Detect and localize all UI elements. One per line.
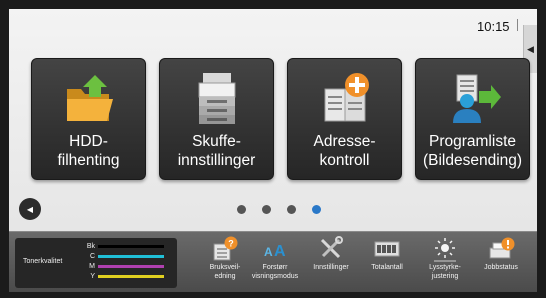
tile-tray-settings[interactable]: Skuffe- innstillinger — [159, 58, 274, 180]
tools-icon — [305, 236, 357, 262]
tile-label-line1: Programliste — [429, 133, 516, 150]
brightness-icon — [419, 236, 471, 262]
triangle-left-icon: ◀ — [26, 204, 34, 214]
status-divider — [517, 19, 518, 31]
folder-arrow-icon — [32, 69, 145, 129]
button-label: Jobbstatus — [469, 263, 533, 272]
settings-button[interactable]: Innstillinger — [305, 234, 357, 292]
system-bar: Tonerkvalitet Bk C M Y ? Bruksveil- edni… — [9, 231, 537, 292]
chevron-left-icon: ◀ — [527, 43, 534, 54]
toner-label: Bk — [86, 243, 95, 250]
toner-row-magenta: M — [81, 262, 171, 271]
counter-icon — [361, 236, 413, 262]
tile-label: Skuffe- innstillinger — [162, 132, 271, 170]
button-label: Lysstyrke- justering — [413, 263, 477, 281]
printer-icon — [160, 69, 273, 129]
tile-label-line1: HDD- — [69, 133, 108, 150]
brightness-adjustment-button[interactable]: Lysstyrke- justering — [419, 234, 471, 292]
svg-text:A: A — [264, 245, 273, 259]
job-status-button[interactable]: Jobbstatus — [475, 234, 527, 292]
button-label-line1: Innstillinger — [313, 264, 349, 271]
toner-quality-panel: Tonerkvalitet Bk C M Y — [15, 238, 177, 288]
page-dot-3[interactable] — [287, 205, 296, 214]
tile-label: Adresse- kontroll — [290, 132, 399, 170]
toner-label: Y — [90, 273, 95, 280]
job-status-icon — [475, 236, 527, 262]
tile-label: HDD- filhenting — [34, 132, 143, 170]
clock: 10:15 — [477, 19, 510, 34]
toner-row-cyan: C — [81, 252, 171, 261]
svg-text:?: ? — [228, 239, 234, 249]
toner-label: C — [89, 253, 95, 260]
tile-label-line2: kontroll — [319, 152, 370, 169]
button-label: Innstillinger — [299, 263, 363, 272]
toner-row-black: Bk — [81, 242, 171, 251]
toner-title: Tonerkvalitet — [23, 258, 63, 265]
button-label-line1: Forstørr — [262, 264, 288, 271]
tile-label-line2: innstillinger — [177, 152, 256, 169]
shortcut-grid: HDD- filhenting Skuffe- innstillinger Ad… — [31, 58, 531, 182]
button-label: Forstørr visningsmodus — [243, 263, 307, 281]
button-label-line2: visningsmodus — [251, 273, 299, 280]
help-book-icon: ? — [199, 236, 251, 262]
tile-program-list[interactable]: Programliste (Bildesending) — [415, 58, 530, 180]
send-program-icon — [416, 69, 529, 129]
button-label-line2: justering — [431, 273, 459, 280]
enlarge-display-button[interactable]: A A Forstørr visningsmodus — [249, 234, 301, 292]
tile-hdd-file-retrieval[interactable]: HDD- filhenting — [31, 58, 146, 180]
toner-bar — [98, 265, 164, 268]
button-label-line1: Jobbstatus — [484, 264, 518, 271]
button-label: Totalantall — [355, 263, 419, 272]
tile-label-line1: Adresse- — [313, 133, 376, 150]
tile-label: Programliste (Bildesending) — [418, 132, 527, 170]
home-screen: 10:15 ◀ HDD- filhenting Skuffe- innstill… — [9, 9, 537, 292]
tile-label-line2: filhenting — [57, 152, 120, 169]
page-dot-1[interactable] — [237, 205, 246, 214]
total-count-button[interactable]: Totalantall — [361, 234, 413, 292]
page-dot-2[interactable] — [262, 205, 271, 214]
enlarge-text-icon: A A — [249, 236, 301, 262]
toner-label: M — [89, 263, 95, 270]
tile-label-line1: Skuffe- — [192, 133, 241, 150]
tile-label-line2: (Bildesending) — [422, 152, 523, 169]
button-label-line1: Totalantall — [371, 264, 403, 271]
tile-address-control[interactable]: Adresse- kontroll — [287, 58, 402, 180]
toner-bar — [98, 255, 164, 258]
svg-text:A: A — [274, 243, 286, 260]
page-dot-4-active[interactable] — [312, 205, 321, 214]
page-indicator-bar: ◀ — [9, 189, 537, 229]
button-label-line1: Lysstyrke- — [429, 264, 461, 271]
toner-row-yellow: Y — [81, 272, 171, 281]
toner-bar — [98, 275, 164, 278]
previous-page-button[interactable]: ◀ — [19, 198, 41, 220]
toner-bar — [98, 245, 164, 248]
address-book-add-icon — [288, 69, 401, 129]
